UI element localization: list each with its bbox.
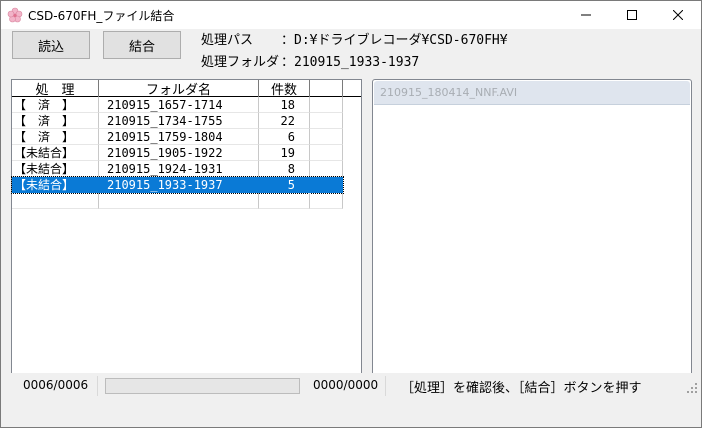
list-item-status: 【未結合】: [12, 145, 99, 161]
list-item-empty-cell: [310, 193, 343, 209]
column-header-extra[interactable]: [310, 80, 343, 97]
list-item-status: 【未結合】: [12, 177, 99, 193]
list-item-extra: [310, 177, 343, 193]
list-item-status: 【未結合】: [12, 161, 99, 177]
list-item[interactable]: 【未結合】 210915_1933-1937 5: [11, 176, 344, 194]
list-item-extra: [310, 145, 343, 161]
file-list-header: 210915_180414_NNF.AVI: [374, 81, 690, 105]
list-item-folder: 210915_1933-1937: [99, 177, 259, 193]
merge-button[interactable]: 結合: [103, 31, 181, 59]
status-separator: [97, 376, 98, 396]
list-item-count: 19: [259, 145, 310, 161]
list-item-folder: 210915_1905-1922: [99, 145, 259, 161]
list-item-extra: [310, 129, 343, 145]
app-window: CSD-670FH_ファイル結合 読込 結合 処理パス ：D:¥ドライブレコーダ…: [0, 0, 702, 428]
column-header-count[interactable]: 件数: [259, 80, 310, 98]
title-bar[interactable]: CSD-670FH_ファイル結合: [1, 1, 701, 29]
list-item-folder: 210915_1759-1804: [99, 129, 259, 145]
client-area: 読込 結合 処理パス ：D:¥ドライブレコーダ¥CSD-670FH¥ 処理フォル…: [1, 29, 701, 427]
list-item-extra: [310, 113, 343, 129]
list-item-folder: 210915_1734-1755: [99, 113, 259, 129]
list-item-count: 22: [259, 113, 310, 129]
minimize-icon: [581, 14, 591, 16]
status-position: 0006/0006: [23, 378, 89, 392]
list-item-folder: 210915_1657-1714: [99, 97, 259, 113]
folder-list-header: 処 理 フォルダ名 件数: [12, 80, 361, 98]
close-button[interactable]: [655, 1, 701, 29]
folder-list[interactable]: 処 理 フォルダ名 件数 【 済 】 210915_1657-1714 18 【 済 …: [11, 79, 362, 393]
list-item-count: 6: [259, 129, 310, 145]
list-item-count: 5: [259, 177, 310, 193]
path-value: ：D:¥ドライブレコーダ¥CSD-670FH¥: [281, 33, 508, 48]
list-item-empty-cell: [99, 193, 259, 209]
column-header-folder[interactable]: フォルダ名: [99, 80, 259, 98]
list-item-extra: [310, 97, 343, 113]
list-item-folder: 210915_1924-1931: [99, 161, 259, 177]
list-item-status: 【 済 】: [12, 97, 99, 113]
list-item[interactable]: 【未結合】 210915_1924-1931 8: [12, 161, 343, 177]
list-item[interactable]: 【 済 】 210915_1657-1714 18: [12, 97, 343, 113]
status-count: 0000/0000: [313, 378, 379, 392]
progress-bar: [105, 378, 300, 394]
list-item[interactable]: 【 済 】 210915_1759-1804 6: [12, 129, 343, 145]
list-item-status: 【 済 】: [12, 129, 99, 145]
file-list-panel[interactable]: 210915_180414_NNF.AVI: [372, 79, 692, 393]
column-header-status[interactable]: 処 理: [12, 80, 99, 98]
status-separator: [385, 376, 386, 396]
list-item-extra: [310, 161, 343, 177]
list-item-empty-cell: [259, 193, 310, 209]
status-bar: 0006/0006 0000/0000 ［処理］を確認後、［結合］ボタンを押す: [1, 373, 701, 399]
status-message: ［処理］を確認後、［結合］ボタンを押す: [401, 381, 642, 396]
minimize-button[interactable]: [563, 1, 609, 29]
list-item-empty-cell: [12, 193, 99, 209]
close-icon: [673, 10, 683, 20]
list-item-status: 【 済 】: [12, 113, 99, 129]
list-item-count: 8: [259, 161, 310, 177]
maximize-button[interactable]: [609, 1, 655, 29]
list-item-count: 18: [259, 97, 310, 113]
resize-grip-icon[interactable]: [685, 381, 699, 395]
load-button[interactable]: 読込: [12, 31, 90, 59]
path-label: 処理パス: [201, 33, 254, 48]
list-item[interactable]: 【 済 】 210915_1734-1755 22: [12, 113, 343, 129]
folder-value: ：210915_1933-1937: [281, 55, 420, 70]
folder-label: 処理フォルダ: [201, 55, 280, 70]
sakura-flower-icon: [7, 7, 23, 23]
list-item[interactable]: 【未結合】 210915_1905-1922 19: [12, 145, 343, 161]
list-item-empty: [12, 193, 343, 209]
maximize-icon: [627, 10, 637, 20]
window-title: CSD-670FH_ファイル結合: [28, 9, 175, 23]
